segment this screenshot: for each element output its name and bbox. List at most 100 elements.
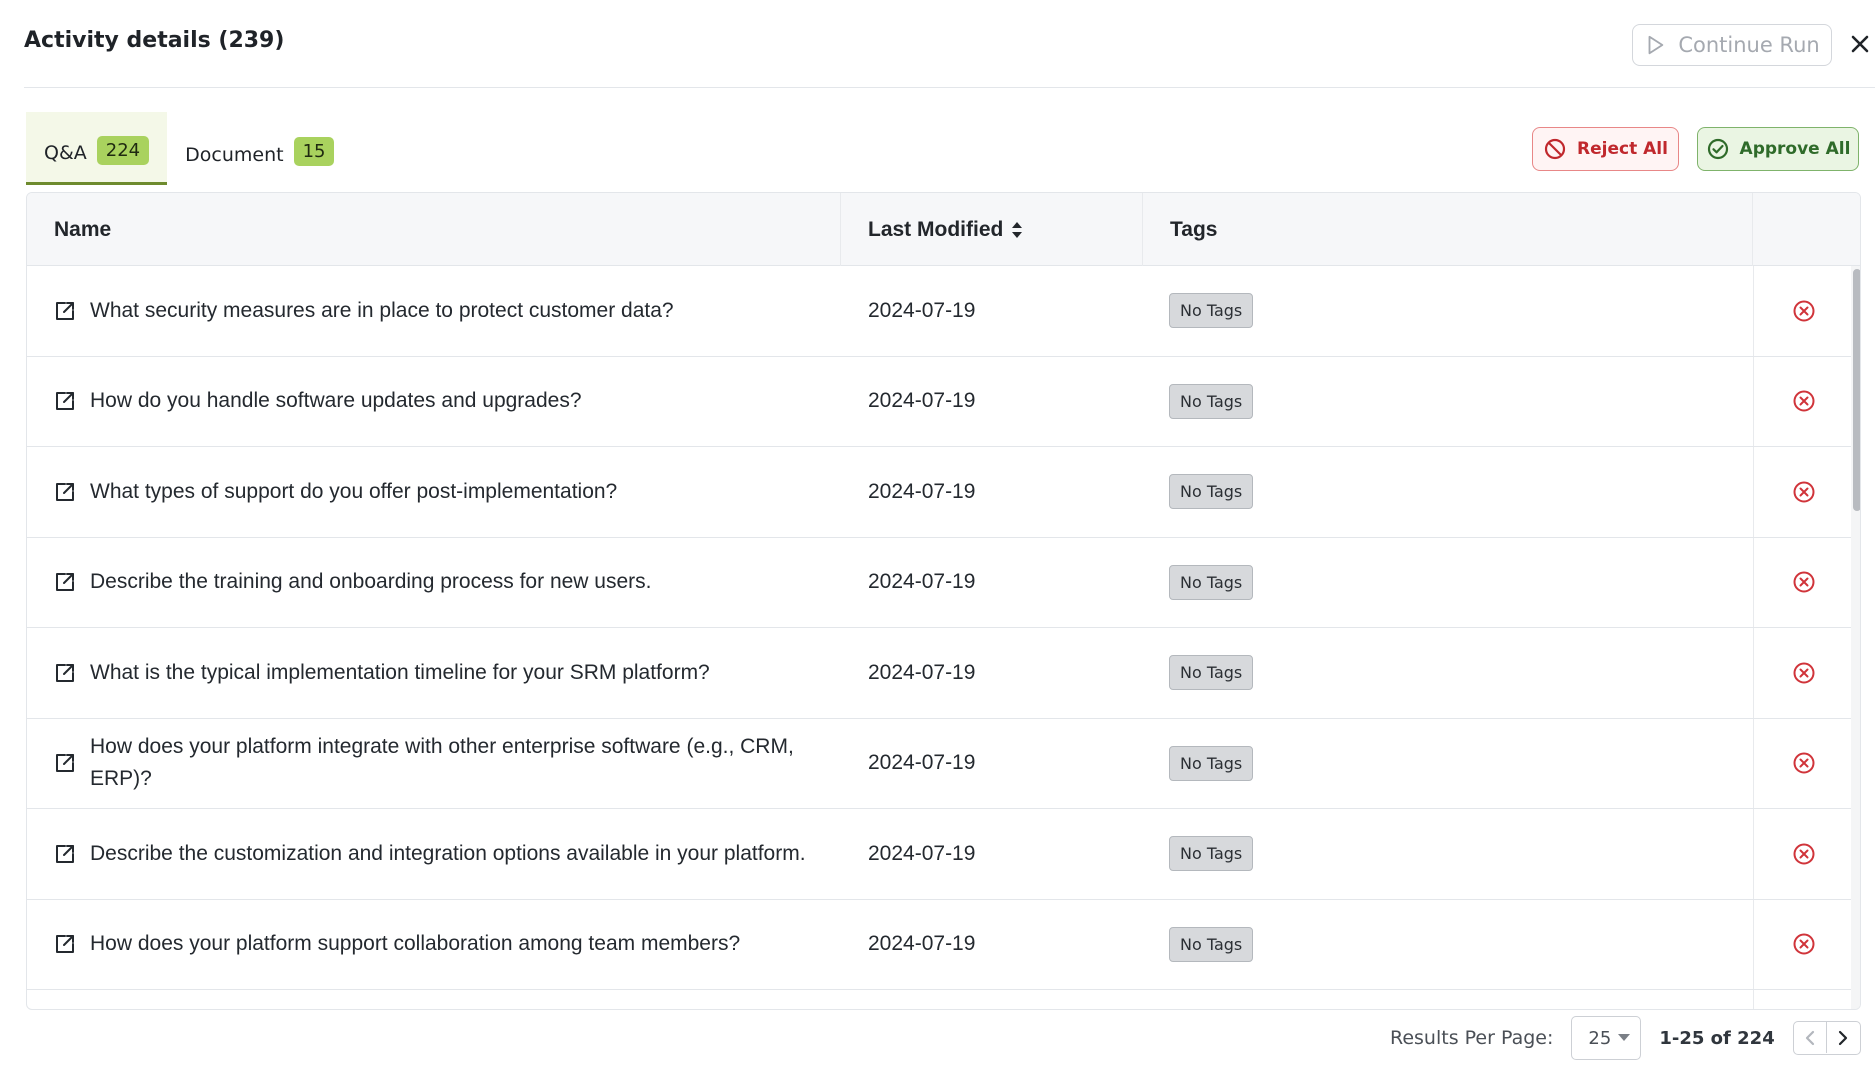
chevron-left-icon xyxy=(1805,1030,1814,1045)
check-circle-icon xyxy=(1707,138,1728,160)
row-tags-cell: No Tags xyxy=(1169,447,1254,537)
row-tags-cell: No Tags xyxy=(1169,719,1254,809)
row-name-cell[interactable]: What security measures are in place to p… xyxy=(54,266,824,356)
x-circle-icon xyxy=(1793,481,1814,503)
tab-count-badge: 224 xyxy=(96,135,150,165)
row-actions-cell xyxy=(1753,990,1852,1009)
modal-header: Activity details (239) Continue Run xyxy=(24,0,1875,88)
row-name: How does your platform integrate with ot… xyxy=(90,735,794,791)
row-name: What types of support do you offer post-… xyxy=(90,479,618,503)
sort-icon xyxy=(1012,221,1023,238)
row-remove-button[interactable] xyxy=(1753,447,1852,537)
approve-all-label: Approve All xyxy=(1739,139,1851,159)
tag-badge: No Tags xyxy=(1169,474,1254,510)
page-title: Activity details (239) xyxy=(24,28,285,53)
external-link-icon xyxy=(56,482,74,501)
prev-page-button[interactable] xyxy=(1794,1022,1827,1053)
row-modified: 2024-07-19 xyxy=(868,932,976,956)
tab-count-badge: 15 xyxy=(293,137,335,166)
external-link-icon xyxy=(56,754,74,773)
row-remove-button[interactable] xyxy=(1753,356,1852,446)
x-circle-icon xyxy=(1793,300,1814,322)
continue-run-label: Continue Run xyxy=(1678,33,1820,57)
row-remove-button[interactable] xyxy=(1753,266,1852,356)
row-name: What security measures are in place to p… xyxy=(90,298,674,322)
row-name-cell[interactable]: How do you handle software updates and u… xyxy=(54,357,824,447)
column-header-actions xyxy=(1753,193,1860,266)
pagination-bar: Results Per Page: 25 1-25 of 224 xyxy=(1390,1016,1861,1060)
row-name: Describe the training and onboarding pro… xyxy=(90,570,652,594)
row-remove-button[interactable] xyxy=(1753,809,1852,899)
tab-label: Document xyxy=(185,143,284,166)
table-header: Name Last Modified Tags xyxy=(27,193,1860,266)
row-modified: 2024-07-19 xyxy=(868,389,976,413)
x-circle-icon xyxy=(1793,752,1814,774)
tag-badge: No Tags xyxy=(1169,836,1254,872)
row-modified: 2024-07-19 xyxy=(868,751,976,775)
continue-run-button[interactable]: Continue Run xyxy=(1632,24,1832,66)
row-tags-cell: No Tags xyxy=(1169,628,1254,718)
tag-badge: No Tags xyxy=(1169,564,1254,600)
prohibited-icon xyxy=(1544,138,1566,160)
row-tags-cell: No Tags xyxy=(1169,357,1254,447)
results-per-page-select[interactable]: 25 xyxy=(1571,1016,1642,1060)
row-tags-cell: No Tags xyxy=(1169,900,1254,990)
column-header-last-modified[interactable]: Last Modified xyxy=(841,193,1143,266)
external-link-icon xyxy=(56,392,74,411)
row-name: How do you handle software updates and u… xyxy=(90,389,582,413)
table-row-partial xyxy=(27,990,1852,1009)
table-scrollbar[interactable] xyxy=(1851,266,1860,1009)
scrollbar-thumb[interactable] xyxy=(1853,269,1860,511)
row-name: What is the typical implementation timel… xyxy=(90,660,710,684)
column-header-tags: Tags xyxy=(1143,193,1753,266)
table-row: What types of support do you offer post-… xyxy=(27,447,1852,538)
results-per-page-value: 25 xyxy=(1588,1027,1612,1049)
row-name-cell[interactable]: What types of support do you offer post-… xyxy=(54,447,824,537)
x-circle-icon xyxy=(1793,571,1814,593)
next-page-button[interactable] xyxy=(1827,1022,1860,1053)
tag-badge: No Tags xyxy=(1169,383,1254,419)
row-tags-cell: No Tags xyxy=(1169,266,1254,356)
tag-badge: No Tags xyxy=(1169,655,1254,691)
reject-all-button[interactable]: Reject All xyxy=(1532,127,1679,171)
approve-all-button[interactable]: Approve All xyxy=(1697,127,1859,171)
row-remove-button[interactable] xyxy=(1753,537,1852,627)
external-link-icon xyxy=(56,573,74,592)
x-circle-icon xyxy=(1793,843,1814,865)
chevron-right-icon xyxy=(1839,1030,1848,1045)
close-button[interactable] xyxy=(1846,30,1874,58)
row-name-cell[interactable]: What is the typical implementation timel… xyxy=(54,628,824,718)
table-row: How do you handle software updates and u… xyxy=(27,356,1852,447)
row-modified: 2024-07-19 xyxy=(868,298,976,322)
row-name-cell[interactable]: Describe the customization and integrati… xyxy=(54,809,824,899)
table-row: Describe the training and onboarding pro… xyxy=(27,537,1852,628)
table-row: What is the typical implementation timel… xyxy=(27,628,1852,719)
tab-label: Q&A xyxy=(44,142,87,164)
row-remove-button[interactable] xyxy=(1753,628,1852,718)
tag-badge: No Tags xyxy=(1169,926,1254,962)
row-remove-button[interactable] xyxy=(1753,899,1852,989)
table-row: What security measures are in place to p… xyxy=(27,266,1852,357)
tab-qa[interactable]: Q&A 224 xyxy=(26,112,168,185)
row-name: Describe the customization and integrati… xyxy=(90,841,806,865)
reject-all-label: Reject All xyxy=(1577,139,1668,159)
page-range-info: 1-25 of 224 xyxy=(1659,1027,1775,1049)
row-modified: 2024-07-19 xyxy=(868,479,976,503)
table-body: What security measures are in place to p… xyxy=(27,266,1852,1009)
results-per-page-label: Results Per Page: xyxy=(1390,1027,1554,1049)
tab-bar: Q&A 224 Document 15 xyxy=(26,112,352,185)
table-row: Describe the customization and integrati… xyxy=(27,809,1852,900)
tab-document[interactable]: Document 15 xyxy=(167,112,352,185)
close-icon xyxy=(1851,35,1869,53)
row-name-cell[interactable]: How does your platform support collabora… xyxy=(54,900,824,990)
column-header-name-label: Name xyxy=(54,217,112,241)
row-tags-cell: No Tags xyxy=(1169,538,1254,628)
external-link-icon xyxy=(56,301,74,320)
row-name-cell[interactable]: Describe the training and onboarding pro… xyxy=(54,538,824,628)
row-tags-cell: No Tags xyxy=(1169,809,1254,899)
play-icon xyxy=(1648,35,1664,55)
x-circle-icon xyxy=(1793,933,1814,955)
activity-table: Name Last Modified Tags What security me… xyxy=(26,192,1861,1010)
row-remove-button[interactable] xyxy=(1753,718,1852,808)
row-name-cell[interactable]: How does your platform integrate with ot… xyxy=(54,719,824,809)
